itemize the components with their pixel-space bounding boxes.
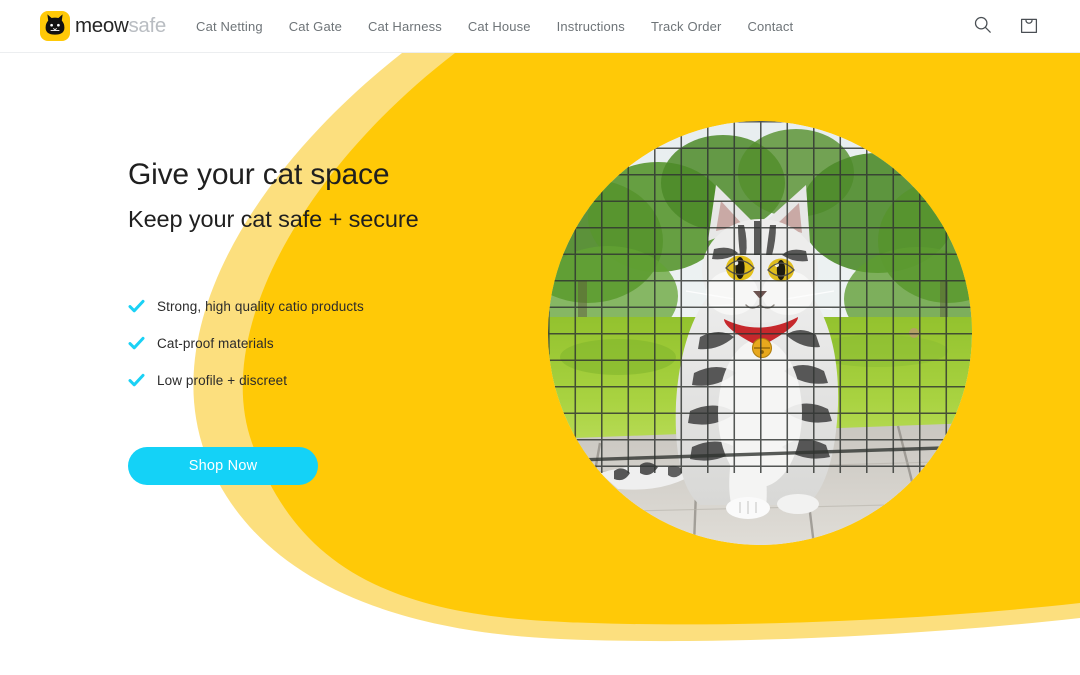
benefit-label: Low profile + discreet — [157, 372, 288, 388]
hero-section: Give your cat space Keep your cat safe +… — [0, 53, 1080, 675]
checkmark-icon — [128, 372, 145, 389]
shop-now-button[interactable]: Shop Now — [128, 446, 318, 485]
benefit-item: Cat-proof materials — [128, 325, 548, 362]
checkmark-icon — [128, 335, 145, 352]
hero-headline: Give your cat space — [128, 158, 390, 191]
header-actions — [967, 11, 1044, 41]
benefit-label: Cat-proof materials — [157, 335, 274, 351]
brand-wordmark: meowsafe — [75, 13, 167, 37]
nav-item-track-order[interactable]: Track Order — [651, 19, 722, 34]
benefit-label: Strong, high quality catio products — [157, 298, 364, 314]
brand-word-primary: meow — [75, 13, 129, 37]
checkmark-icon — [128, 298, 145, 315]
nav-item-contact[interactable]: Contact — [747, 19, 793, 34]
main-navigation: Cat Netting Cat Gate Cat Harness Cat Hou… — [196, 19, 793, 34]
nav-item-cat-netting[interactable]: Cat Netting — [196, 19, 263, 34]
benefit-list: Strong, high quality catio products Cat-… — [128, 288, 548, 399]
search-icon — [973, 15, 992, 37]
nav-item-cat-house[interactable]: Cat House — [468, 19, 531, 34]
nav-item-cat-gate[interactable]: Cat Gate — [289, 19, 342, 34]
shopping-bag-icon — [1019, 14, 1039, 38]
site-header: meowsafe Cat Netting Cat Gate Cat Harnes… — [0, 0, 1080, 53]
brand-word-secondary: safe — [128, 13, 167, 37]
nav-item-cat-harness[interactable]: Cat Harness — [368, 19, 442, 34]
hero-subheadline: Keep your cat safe + secure — [128, 205, 419, 232]
hero-photo — [548, 121, 972, 545]
cart-button[interactable] — [1014, 11, 1044, 41]
search-button[interactable] — [967, 11, 997, 41]
benefit-item: Strong, high quality catio products — [128, 288, 548, 325]
brand-logo-link[interactable]: meowsafe — [40, 11, 166, 41]
nav-item-instructions[interactable]: Instructions — [557, 19, 625, 34]
hero-content: Give your cat space Keep your cat safe +… — [128, 156, 548, 485]
benefit-item: Low profile + discreet — [128, 362, 548, 399]
cat-head-icon — [40, 11, 70, 41]
